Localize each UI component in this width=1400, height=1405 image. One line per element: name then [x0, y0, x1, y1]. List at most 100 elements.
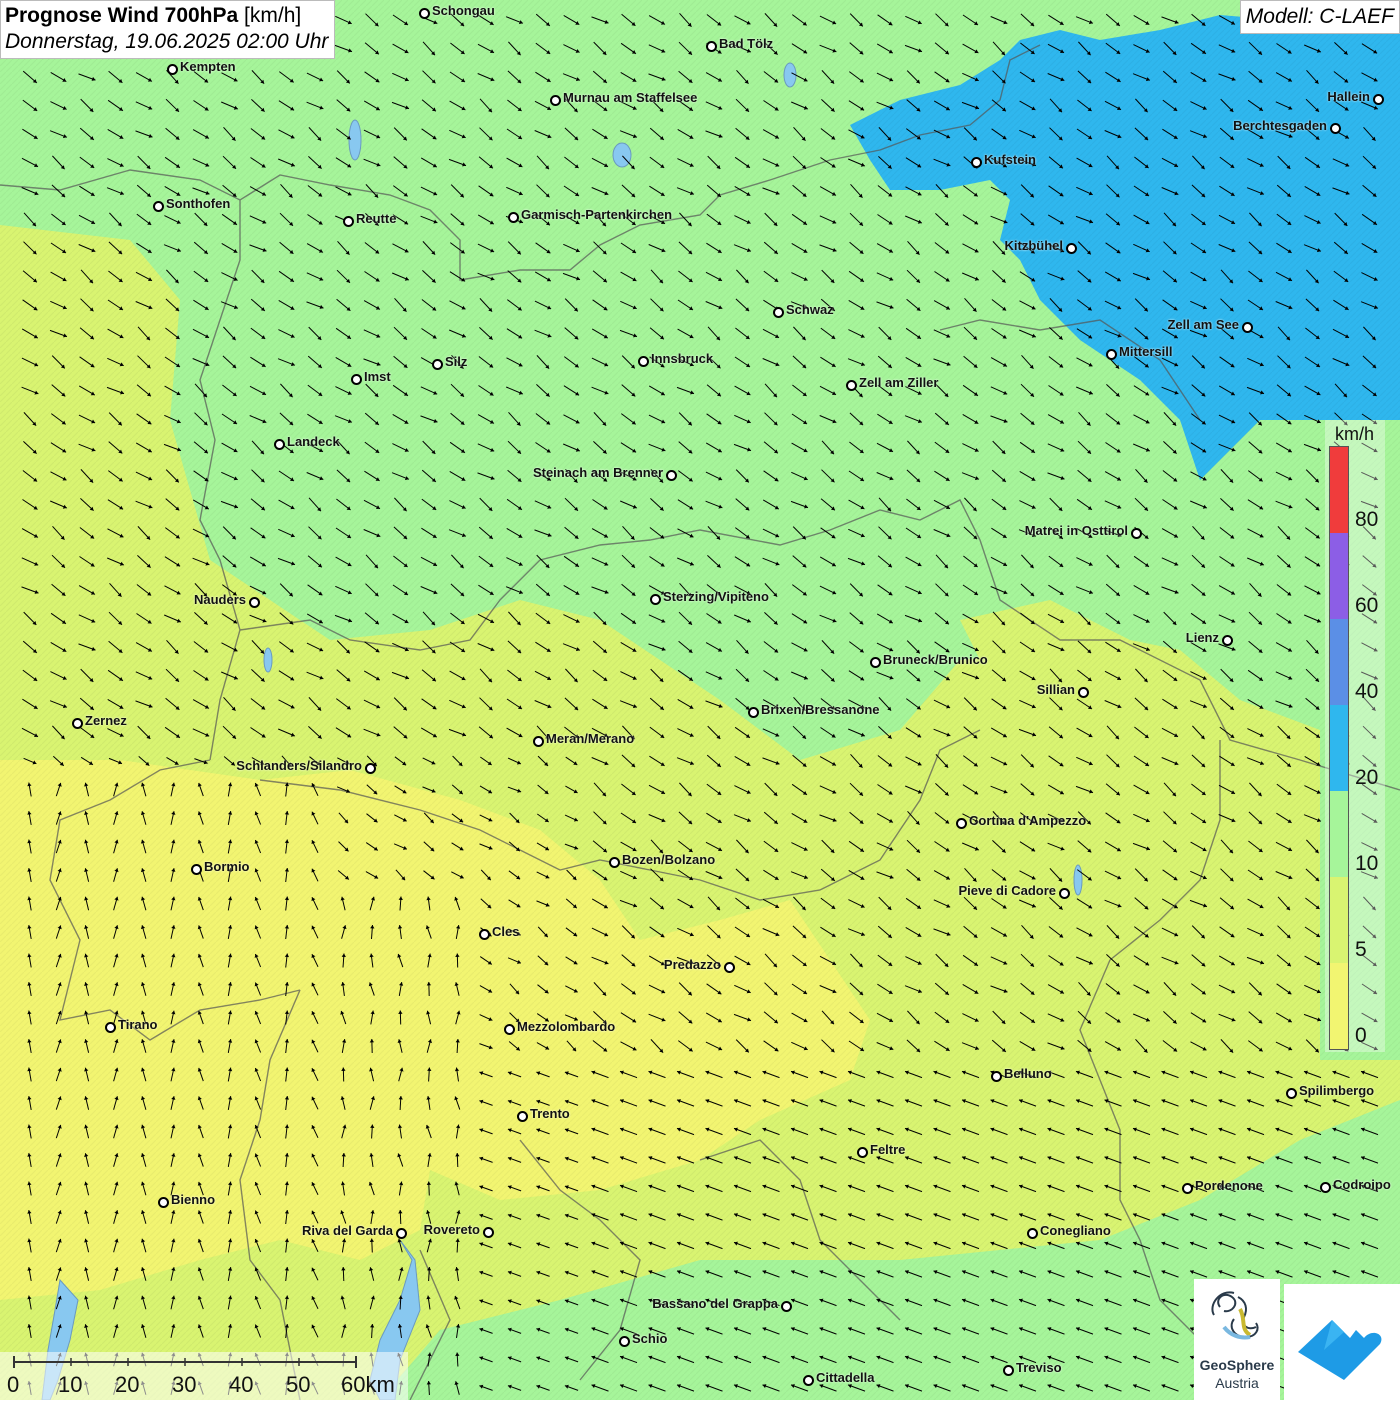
city-dot-icon [870, 657, 881, 668]
city-name: Berchtesgaden [1233, 118, 1327, 133]
city-dot-icon [479, 929, 490, 940]
legend-tick-0: 0 [1355, 1024, 1367, 1048]
legend-bar [1329, 446, 1349, 1050]
city-dot-icon [1373, 94, 1384, 105]
city-dot-icon [419, 8, 430, 19]
city-dot-icon [351, 374, 362, 385]
geosphere-logo-icon [1194, 1279, 1280, 1355]
city-name: Codroipo [1333, 1177, 1391, 1192]
city-dot-icon [191, 864, 202, 875]
city-name: Matrei in Osttirol [1025, 523, 1128, 538]
city-name: Innsbruck [651, 351, 713, 366]
city-dot-icon [343, 216, 354, 227]
legend-tick-80: 80 [1355, 508, 1378, 532]
legend-unit: km/h [1335, 424, 1374, 445]
scale-label-60km: 60km [341, 1372, 395, 1398]
legend-tick-5: 5 [1355, 938, 1367, 962]
city-dot-icon [706, 41, 717, 52]
city-dot-icon [748, 707, 759, 718]
legend-tick-40: 40 [1355, 680, 1378, 704]
city-name: Feltre [870, 1142, 905, 1157]
city-dot-icon [1320, 1182, 1331, 1193]
city-dot-icon [803, 1375, 814, 1386]
city-dot-icon [274, 439, 285, 450]
city-name: Spilimbergo [1299, 1083, 1374, 1098]
city-dot-icon [638, 356, 649, 367]
city-dot-icon [432, 359, 443, 370]
city-name: Reutte [356, 211, 396, 226]
city-dot-icon [483, 1227, 494, 1238]
city-dot-icon [724, 962, 735, 973]
city-dot-icon [1286, 1088, 1297, 1099]
city-dot-icon [105, 1022, 116, 1033]
legend-seg-5 [1330, 877, 1348, 963]
weather-app-logo-icon [1284, 1284, 1400, 1400]
city-name: Nauders [194, 592, 246, 607]
geosphere-logo-text: GeoSphere [1194, 1357, 1280, 1373]
city-name: Silz [445, 354, 467, 369]
legend-seg-10 [1330, 791, 1348, 877]
legend-tick-10: 10 [1355, 852, 1378, 876]
city-name: Trento [530, 1106, 570, 1121]
city-name: Belluno [1004, 1066, 1052, 1081]
legend-seg-60 [1330, 533, 1348, 619]
city-dot-icon [1078, 687, 1089, 698]
scale-label-20: 20 [115, 1372, 139, 1398]
city-dot-icon [1182, 1183, 1193, 1194]
scale-label-0: 0 [7, 1372, 19, 1398]
city-name: Mittersill [1119, 344, 1172, 359]
city-dot-icon [781, 1301, 792, 1312]
scale-label-50: 50 [286, 1372, 310, 1398]
scale-label-40: 40 [229, 1372, 253, 1398]
city-name: Hallein [1327, 89, 1370, 104]
city-name: Bruneck/Brunico [883, 652, 988, 667]
city-name: Bormio [204, 859, 250, 874]
city-dot-icon [619, 1336, 630, 1347]
city-dot-icon [991, 1071, 1002, 1082]
city-name: Pordenone [1195, 1178, 1263, 1193]
city-name: Kitzbühel [1005, 238, 1064, 253]
city-dot-icon [396, 1228, 407, 1239]
city-name: Sterzing/Vipiteno [663, 589, 769, 604]
forecast-datetime: Donnerstag, 19.06.2025 02:00 Uhr [5, 30, 328, 54]
city-name: Mezzolombardo [517, 1019, 615, 1034]
city-dot-icon [1106, 349, 1117, 360]
city-name: Rovereto [424, 1222, 480, 1237]
city-name: Treviso [1016, 1360, 1062, 1375]
city-name: Sillian [1037, 682, 1075, 697]
city-dot-icon [650, 594, 661, 605]
city-name: Landeck [287, 434, 340, 449]
model-label: Modell: C-LAEF [1240, 0, 1400, 34]
city-dot-icon [504, 1024, 515, 1035]
weather-app-logo[interactable] [1284, 1284, 1400, 1400]
city-name: Meran/Merano [546, 731, 634, 746]
city-name: Lienz [1186, 630, 1219, 645]
geosphere-logo[interactable]: GeoSphere Austria [1194, 1279, 1280, 1400]
legend-seg-0 [1330, 963, 1348, 1049]
city-dot-icon [365, 763, 376, 774]
city-name: Cles [492, 924, 519, 939]
city-dot-icon [517, 1111, 528, 1122]
city-name: Bassano del Grappa [652, 1296, 778, 1311]
city-name: Imst [364, 369, 391, 384]
city-name: Kempten [180, 59, 236, 74]
city-dot-icon [609, 857, 620, 868]
city-name: Schio [632, 1331, 667, 1346]
city-dot-icon [846, 380, 857, 391]
city-name: Zell am See [1167, 317, 1239, 332]
city-name: Schwaz [786, 302, 834, 317]
city-dot-icon [249, 597, 260, 608]
city-dot-icon [153, 201, 164, 212]
city-name: Conegliano [1040, 1223, 1111, 1238]
map-title: Prognose Wind 700hPa [km/h] Donnerstag, … [0, 0, 335, 59]
scale-bar: 0 10 20 30 40 50 60km [0, 1352, 408, 1400]
austria-logo-text: Austria [1194, 1375, 1280, 1391]
city-name: Tirano [118, 1017, 158, 1032]
city-name: Riva del Garda [302, 1223, 393, 1238]
city-name: Murnau am Staffelsee [563, 90, 697, 105]
city-name: Bad Tölz [719, 36, 773, 51]
city-name: Sonthofen [166, 196, 230, 211]
legend-seg-20 [1330, 705, 1348, 791]
city-name: Bozen/Bolzano [622, 852, 715, 867]
scale-label-10: 10 [58, 1372, 82, 1398]
